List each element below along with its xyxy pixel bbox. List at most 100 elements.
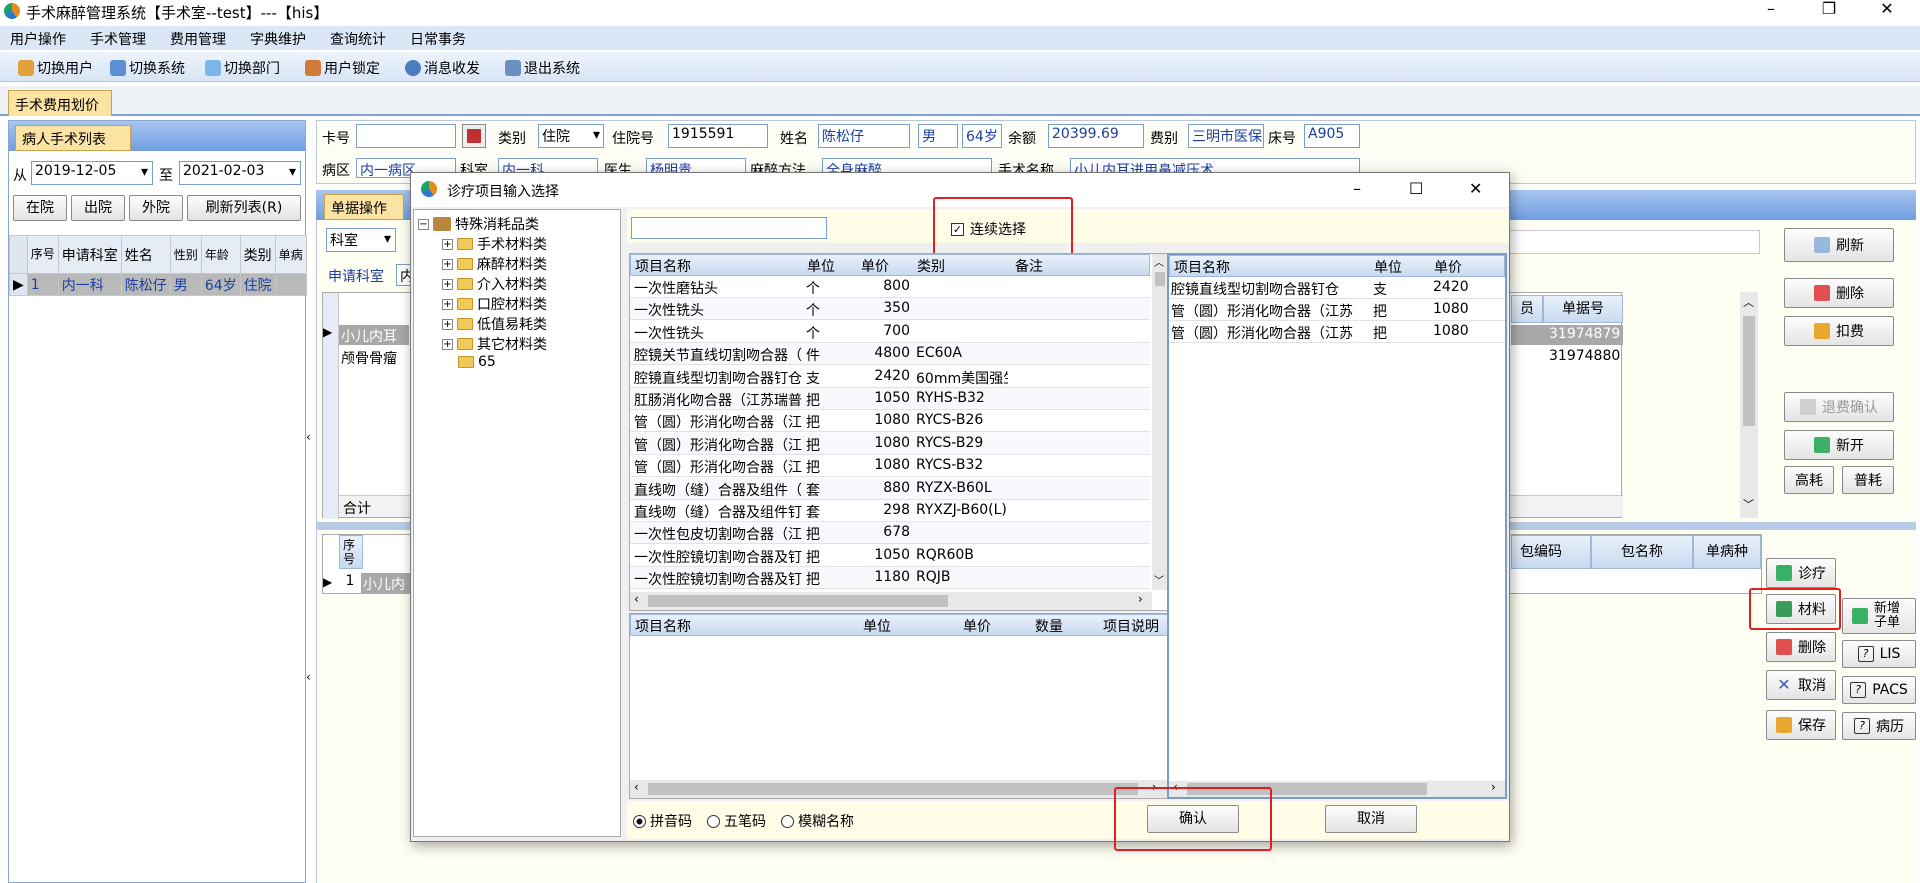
tree-item[interactable]: + 低值易耗类 xyxy=(442,314,547,334)
menu-fee[interactable]: 费用管理 xyxy=(170,29,226,49)
delete-bill-button[interactable]: 删除 xyxy=(1784,278,1894,308)
in-hospital-button[interactable]: 在院 xyxy=(13,195,67,221)
list-item[interactable]: 直线吻（缝）合器及组件钉套 298 RYXZJ-B60(L) xyxy=(630,500,1150,522)
close-icon[interactable]: ✕ xyxy=(1469,179,1482,198)
minimize-icon[interactable]: – xyxy=(1748,0,1794,20)
pacs-button[interactable]: ? PACS xyxy=(1842,676,1916,704)
menu-query[interactable]: 查询统计 xyxy=(330,29,386,49)
bill-row-name[interactable]: 小儿内耳 xyxy=(339,325,409,345)
new-sub-bill-button[interactable]: 新增子单 xyxy=(1842,598,1916,634)
inpatient-input[interactable]: 1915591 xyxy=(668,124,768,148)
tree-item[interactable]: + 手术材料类 xyxy=(442,234,547,254)
switch-user-button[interactable]: 切换用户 xyxy=(18,58,93,78)
tab-patient-list[interactable]: 病人手术列表 xyxy=(15,125,131,151)
maximize-icon[interactable]: ☐ xyxy=(1409,179,1423,198)
card-reader-icon[interactable] xyxy=(462,124,486,148)
radio-wubi[interactable]: 五笔码 xyxy=(707,811,766,831)
radio-fuzzy[interactable]: 模糊名称 xyxy=(781,811,854,831)
normal-consumable-button[interactable]: 普耗 xyxy=(1842,466,1894,494)
search-input[interactable] xyxy=(631,217,827,239)
lock-user-button[interactable]: 用户锁定 xyxy=(305,58,380,78)
list-item[interactable]: 一次性磨钻头 个 800 xyxy=(630,276,1150,298)
messages-button[interactable]: 消息收发 xyxy=(405,58,480,78)
list-item[interactable]: 腔镜直线型切割吻合器钉仓支 2420 60mm美国强生 xyxy=(630,365,1150,388)
switch-system-button[interactable]: 切换系统 xyxy=(110,58,185,78)
minimize-icon[interactable]: – xyxy=(1353,179,1361,198)
treatment-button[interactable]: 诊疗 xyxy=(1766,558,1836,588)
tab-fee-pricing[interactable]: 手术费用划价 xyxy=(8,90,112,116)
tree-item[interactable]: + 其它材料类 xyxy=(442,334,547,354)
list-item[interactable]: 管（圆）形消化吻合器（江苏把 1080 RYCS-B32 xyxy=(630,455,1150,478)
list-item[interactable]: 管（圆）形消化吻合器（江苏把 1080 RYCS-B29 xyxy=(630,432,1150,455)
close-icon[interactable]: ✕ xyxy=(1864,0,1910,20)
refund-confirm-button[interactable]: 退费确认 xyxy=(1784,392,1894,422)
refresh-list-button[interactable]: 刷新列表(R) xyxy=(187,195,301,221)
from-date-picker[interactable]: 2019-12-05 ▾ xyxy=(31,161,153,185)
scroll-thumb[interactable] xyxy=(1155,272,1165,286)
tree-item[interactable]: + 麻醉材料类 xyxy=(442,254,547,274)
list-item[interactable]: 一次性腔镜切割吻合器及钉仓把 1050 RQR60B xyxy=(630,544,1150,567)
menu-daily[interactable]: 日常事务 xyxy=(410,29,466,49)
cancel-button[interactable]: 取消 xyxy=(1325,805,1417,833)
maximize-icon[interactable]: ❐ xyxy=(1806,0,1852,20)
menu-user[interactable]: 用户操作 xyxy=(10,29,66,49)
menu-surgery[interactable]: 手术管理 xyxy=(90,29,146,49)
package-row-name[interactable]: 小儿内 xyxy=(361,573,411,593)
bill-scrollbar[interactable]: ︿ ﹀ xyxy=(1740,292,1758,518)
refresh-button[interactable]: 刷新 xyxy=(1784,228,1894,262)
lis-button[interactable]: ? LIS xyxy=(1842,640,1916,668)
discharged-button[interactable]: 出院 xyxy=(71,195,125,221)
table-row[interactable]: ▶ 1 内一科 陈松仔 男 64岁 住院 xyxy=(9,273,307,296)
scroll-thumb[interactable] xyxy=(648,783,1138,795)
tree-item[interactable]: + 介入材料类 xyxy=(442,274,547,294)
scroll-thumb[interactable] xyxy=(648,595,948,607)
tree-item[interactable]: + 口腔材料类 xyxy=(442,294,547,314)
list-item[interactable]: 一次性包皮切割吻合器（江苏把 678 xyxy=(630,522,1150,545)
chevron-right-icon: › xyxy=(1138,592,1143,606)
list-item[interactable]: 一次性腔镜切割吻合器及钉仓把 1180 RQJB xyxy=(630,567,1150,590)
list-item[interactable]: 一次性铣头 个 700 xyxy=(630,320,1150,343)
tree-root[interactable]: − 特殊消耗品类 xyxy=(418,214,539,234)
radio-pinyin[interactable]: 拼音码 xyxy=(633,811,692,831)
list-item[interactable]: 管（圆）形消化吻合器（江苏 把 1080 xyxy=(1169,321,1505,343)
new-bill-button[interactable]: 新开 xyxy=(1784,430,1894,460)
high-consumable-button[interactable]: 高耗 xyxy=(1784,466,1834,494)
add-icon xyxy=(1852,608,1868,624)
list-item[interactable]: 管（圆）形消化吻合器（江苏 把 1080 xyxy=(1169,299,1505,321)
tree-item[interactable]: 65 xyxy=(458,354,496,370)
medical-record-button[interactable]: ? 病历 xyxy=(1842,712,1916,740)
bill-row-name[interactable]: 颅骨骨瘤 xyxy=(339,347,409,367)
list-item[interactable]: 肛肠消化吻合器（江苏瑞普）把 1050 RYHS-B32 xyxy=(630,388,1150,410)
cancel-item-button[interactable]: ✕ 取消 xyxy=(1766,670,1836,700)
list-item[interactable]: 腔镜直线型切割吻合器钉仓 支 2420 xyxy=(1169,277,1505,299)
delete-item-button[interactable]: 删除 xyxy=(1766,632,1836,662)
item-list-vscroll[interactable]: ︿ ﹀ xyxy=(1152,254,1168,590)
list-item[interactable]: 直线吻（缝）合器及组件（瑞套 880 RYZX-B60L xyxy=(630,477,1150,500)
item-list-hscroll[interactable]: ‹ › xyxy=(630,592,1152,610)
tab-bill-ops[interactable]: 单据操作 xyxy=(324,194,404,220)
bill-row-number[interactable]: 31974880 xyxy=(1543,347,1623,367)
outside-button[interactable]: 外院 xyxy=(129,195,183,221)
card-input[interactable] xyxy=(356,124,456,148)
list-item[interactable]: 管（圆）形消化吻合器（江苏把 1080 RYCS-B26 xyxy=(630,410,1150,433)
type-select[interactable]: 住院 ▾ xyxy=(538,124,604,148)
list-item[interactable]: 腔镜关节直线切割吻合器（纲件 4800 EC60A xyxy=(630,343,1150,366)
dept-filter-select[interactable]: 科室 ▾ xyxy=(326,228,396,252)
to-date-picker[interactable]: 2021-02-03 ▾ xyxy=(179,161,301,185)
treatment-label: 诊疗 xyxy=(1798,566,1826,582)
scroll-thumb[interactable] xyxy=(1743,316,1755,426)
folder-icon xyxy=(458,356,474,368)
collapse-left-icon-2[interactable]: ‹ xyxy=(306,670,311,684)
cell-unit: 支 xyxy=(806,370,820,387)
charge-button[interactable]: 扣费 xyxy=(1784,316,1894,346)
bill-filter-field[interactable] xyxy=(1500,230,1760,254)
chevron-up-icon: ︿ xyxy=(1743,296,1754,309)
save-button[interactable]: 保存 xyxy=(1766,710,1836,740)
menu-dict[interactable]: 字典维护 xyxy=(250,29,306,49)
detail-hscroll[interactable]: ‹ › xyxy=(630,780,1168,798)
collapse-left-icon[interactable]: ‹ xyxy=(306,430,311,444)
switch-dept-button[interactable]: 切换部门 xyxy=(205,58,280,78)
bill-row-number[interactable]: 31974879 xyxy=(1543,325,1623,345)
exit-system-button[interactable]: 退出系统 xyxy=(505,58,580,78)
list-item[interactable]: 一次性铣头 个 350 xyxy=(630,298,1150,321)
